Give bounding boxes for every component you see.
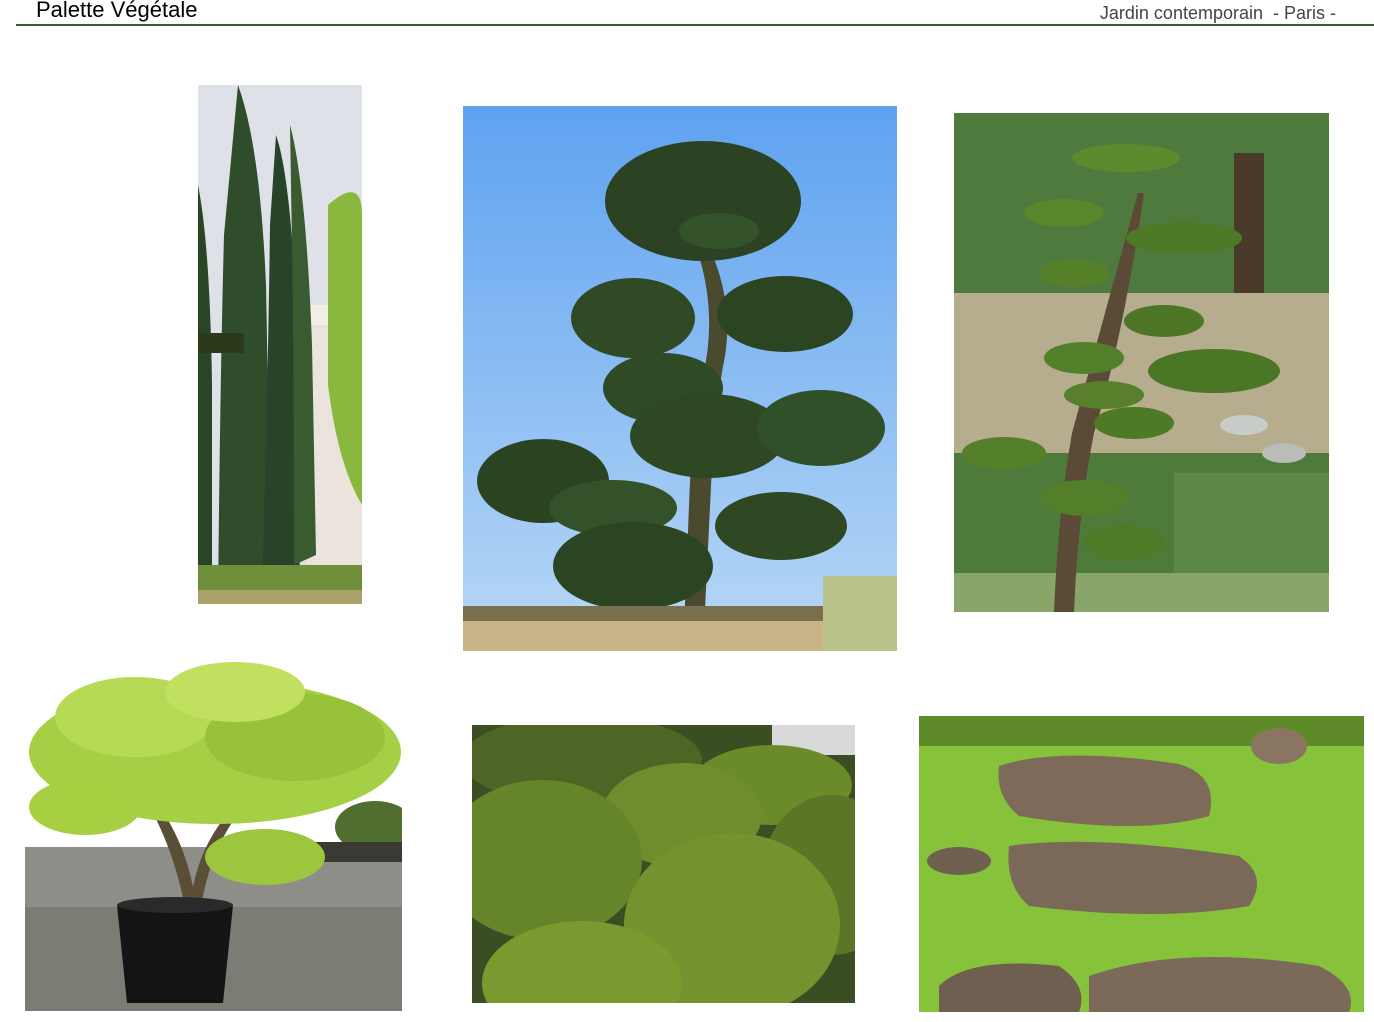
stepping-stones-moss-photo	[919, 716, 1364, 1012]
potted-japanese-maple-photo	[25, 657, 402, 1011]
page-title: Palette Végétale	[36, 0, 198, 22]
page-subtitle: Jardin contemporain - Paris -	[1099, 3, 1336, 23]
header-divider	[16, 24, 1374, 26]
cypress-columns-photo	[198, 85, 362, 604]
boxwood-balls-photo	[472, 725, 855, 1003]
pond-niwaki-pine-photo	[954, 113, 1329, 612]
cloud-pruned-holly-photo	[463, 106, 897, 651]
